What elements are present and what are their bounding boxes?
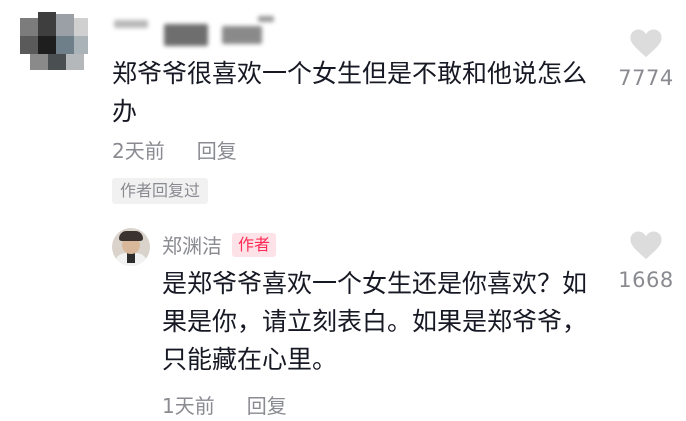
reply-header: 郑渊洁 作者 bbox=[162, 230, 277, 259]
author-name[interactable]: 郑渊洁 bbox=[162, 230, 222, 259]
like-button[interactable]: 1668 bbox=[606, 230, 686, 292]
reply-timestamp: 1天前 bbox=[162, 394, 215, 418]
reply-button[interactable]: 回复 bbox=[247, 390, 287, 419]
author-replied-tag: 作者回复过 bbox=[112, 178, 209, 204]
like-button[interactable]: 7774 bbox=[606, 28, 686, 90]
heart-icon bbox=[629, 230, 663, 260]
like-count: 1668 bbox=[618, 268, 674, 292]
censored-avatar[interactable] bbox=[20, 12, 92, 72]
censored-username[interactable] bbox=[112, 14, 282, 46]
comment-timestamp: 2天前 bbox=[112, 139, 165, 163]
comment-text: 郑爷爷很喜欢一个女生但是不敢和他说怎么办 bbox=[112, 59, 588, 126]
comment-meta: 2天前 回复 bbox=[112, 135, 237, 164]
reply-meta: 1天前 回复 bbox=[162, 390, 287, 419]
reply-button[interactable]: 回复 bbox=[197, 135, 237, 164]
heart-icon bbox=[629, 28, 663, 58]
like-count: 7774 bbox=[618, 66, 674, 90]
author-badge: 作者 bbox=[232, 232, 277, 257]
author-avatar[interactable] bbox=[112, 228, 150, 266]
comment-thread: 郑爷爷很喜欢一个女生但是不敢和他说怎么办 2天前 回复 作者回复过 7774 郑… bbox=[0, 0, 686, 421]
reply-text: 是郑爷爷喜欢一个女生还是你喜欢？如果是你，请立刻表白。如果是郑爷爷，只能藏在心里… bbox=[162, 269, 588, 374]
